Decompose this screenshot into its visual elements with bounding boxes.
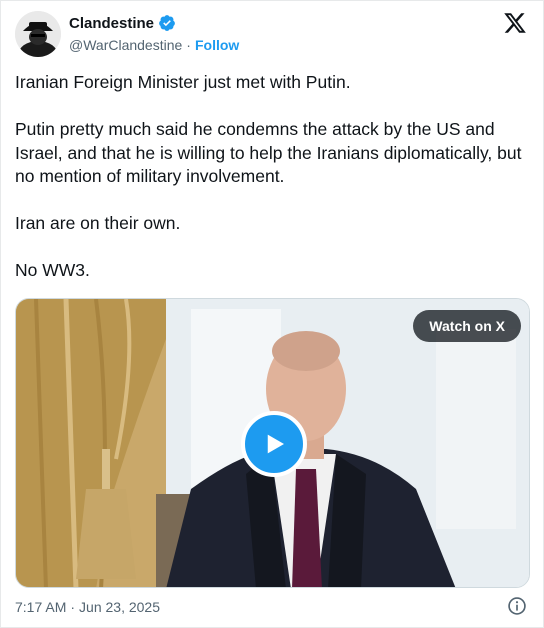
handle-row: @WarClandestine · Follow <box>69 36 239 54</box>
tweet-date[interactable]: Jun 23, 2025 <box>79 599 160 615</box>
time-separator: · <box>70 599 76 615</box>
handle-separator: · <box>186 37 191 53</box>
tweet-time[interactable]: 7:17 AM <box>15 599 66 615</box>
tweet-paragraph: Iran are on their own. <box>15 213 181 233</box>
info-icon[interactable] <box>507 596 527 616</box>
play-icon[interactable] <box>241 411 307 477</box>
verified-badge-icon <box>158 14 176 32</box>
display-name[interactable]: Clandestine <box>69 15 154 32</box>
watch-on-x-button[interactable]: Watch on X <box>413 310 521 342</box>
video-player[interactable]: Watch on X <box>15 298 530 588</box>
tweet-footer: 7:17 AM · Jun 23, 2025 <box>15 597 160 617</box>
follow-button[interactable]: Follow <box>195 37 239 53</box>
tweet-paragraph: Putin pretty much said he condemns the a… <box>15 119 527 186</box>
author-handle[interactable]: @WarClandestine <box>69 37 182 53</box>
x-logo-icon[interactable] <box>503 11 527 35</box>
author-name-row: Clandestine <box>69 13 176 33</box>
tweet-card: Clandestine @WarClandestine · Follow Ira… <box>0 0 544 628</box>
tweet-text: Iranian Foreign Minister just met with P… <box>15 71 531 306</box>
avatar[interactable] <box>15 11 61 57</box>
tweet-paragraph: Iranian Foreign Minister just met with P… <box>15 72 351 92</box>
tweet-paragraph: No WW3. <box>15 260 90 280</box>
